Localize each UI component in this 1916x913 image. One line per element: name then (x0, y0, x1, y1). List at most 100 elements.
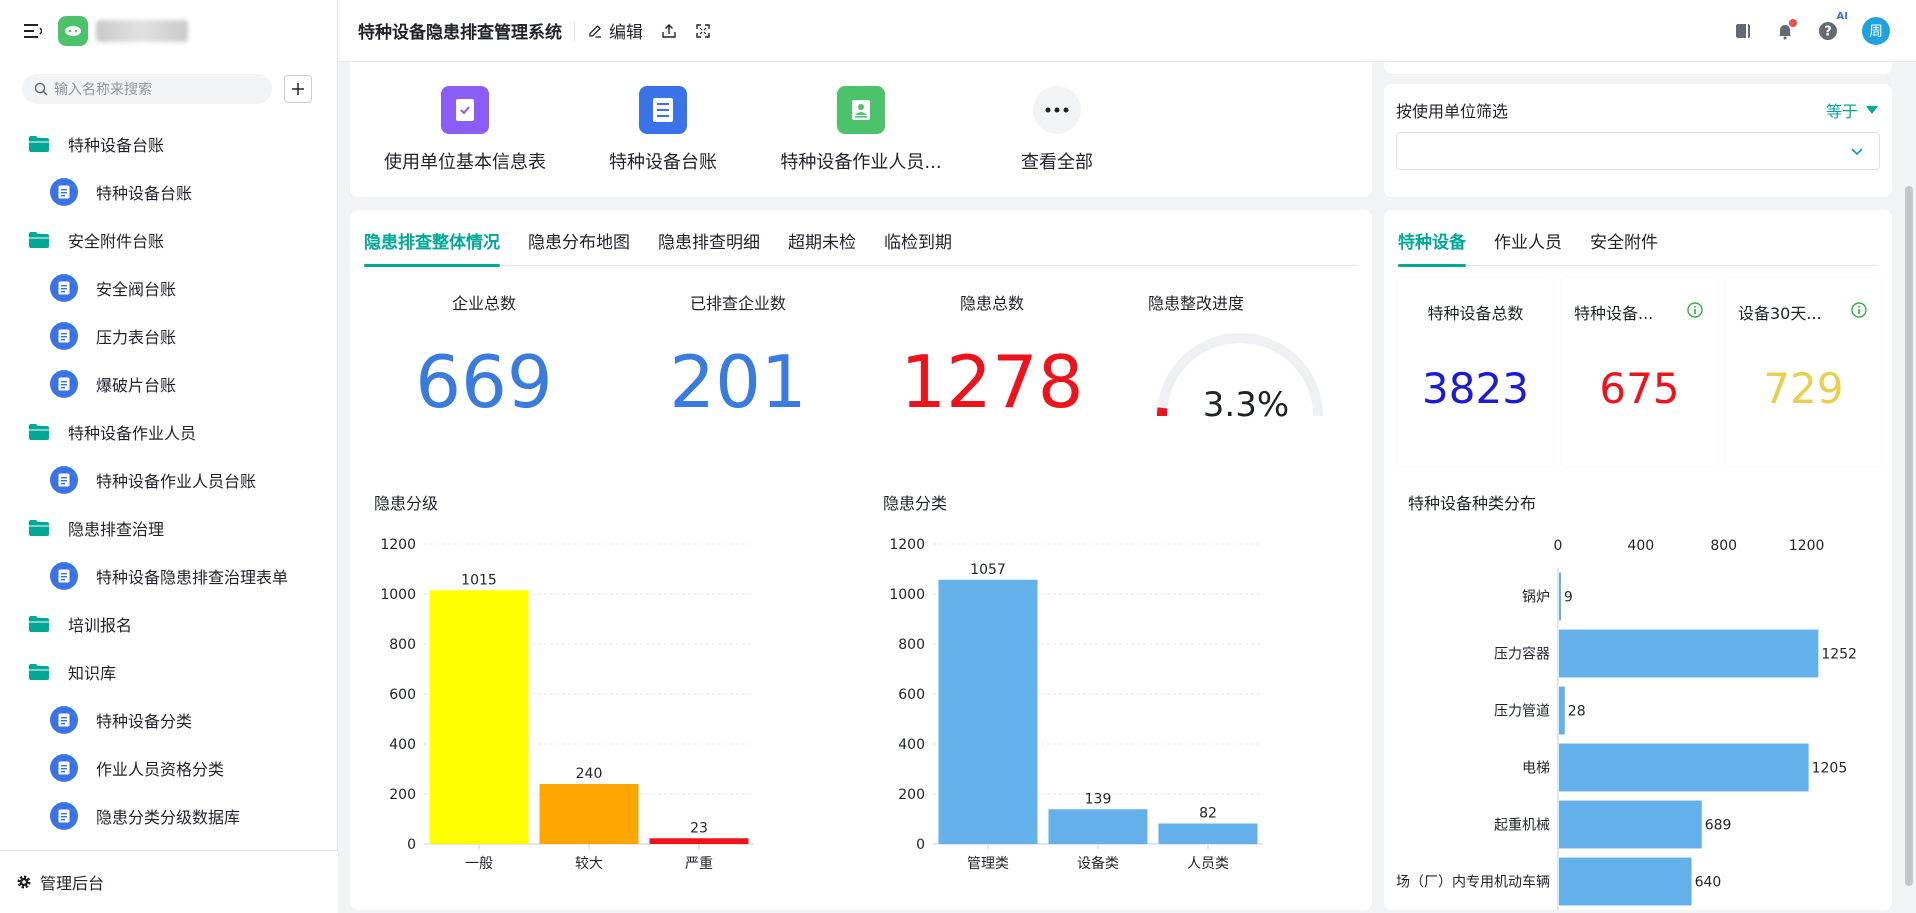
user-avatar[interactable]: 周 (1862, 17, 1890, 45)
sidebar-item[interactable]: 压力表台账 (0, 312, 337, 360)
bar[interactable] (1559, 800, 1702, 849)
x-tick-label: 400 (1627, 538, 1654, 554)
overview-tabs: 隐患排查整体情况 隐患分布地图 隐患排查明细 超期未检 临检到期 (364, 228, 1358, 267)
bar[interactable] (1559, 743, 1809, 792)
y-tick-label: 400 (389, 737, 416, 753)
sidebar-item-label: 隐患排查治理 (68, 520, 165, 539)
equipment-type-chart: 0 400 800 1200 9 锅炉 1252 压力容器 28 压力管道 1205 电梯 689 起重机… (1396, 538, 1857, 910)
y-tick-label: 1000 (380, 587, 416, 603)
edit-button[interactable]: 编辑 (587, 18, 643, 43)
sidebar-item-label: 安全附件台账 (68, 232, 165, 251)
sidebar-item[interactable]: 作业人员资格分类 (0, 744, 337, 792)
chart-title-category: 隐患分类 (883, 494, 948, 513)
bar[interactable] (539, 784, 639, 844)
right-tab-item[interactable]: 作业人员 (1494, 228, 1562, 266)
notification-button[interactable] (1776, 19, 1797, 40)
x-tick-label: 设备类 (1077, 855, 1119, 872)
sidebar-item-label: 特种设备分类 (96, 712, 193, 731)
bar[interactable] (1559, 857, 1692, 906)
bar[interactable] (1048, 809, 1148, 844)
x-tick-label: 0 (1554, 538, 1563, 554)
bar[interactable] (649, 838, 749, 844)
info-icon[interactable] (1687, 302, 1703, 322)
app-logo-icon[interactable] (58, 16, 88, 46)
y-tick-label: 1200 (889, 537, 925, 553)
kpi-block: 隐患总数 1278 (872, 290, 1112, 424)
bar[interactable] (429, 590, 529, 844)
filter-value-select[interactable] (1396, 132, 1880, 170)
sidebar-folder[interactable]: 隐患排查治理 (0, 504, 337, 552)
expand-icon (696, 23, 710, 38)
right-tab-item[interactable]: 安全附件 (1590, 228, 1658, 266)
gauge-value: 3.3% (1203, 385, 1289, 425)
kpi-block: 企业总数 669 (364, 290, 604, 424)
share-button[interactable] (661, 23, 677, 39)
bar[interactable] (1559, 629, 1819, 678)
scrollbar-thumb[interactable] (1905, 186, 1913, 886)
x-tick-label: 严重 (685, 856, 713, 872)
menu-toggle-icon[interactable] (22, 20, 44, 42)
sidebar-item[interactable]: 安全阀台账 (0, 264, 337, 312)
filter-operator-dropdown[interactable]: 等于 (1826, 98, 1878, 122)
folder-icon (28, 423, 50, 441)
sidebar-item[interactable]: 特种设备作业人员台账 (0, 456, 337, 504)
sidebar-folder[interactable]: 培训报名 (0, 600, 337, 648)
y-tick-label: 200 (389, 787, 416, 803)
fullscreen-button[interactable] (695, 23, 711, 39)
shortcut-item[interactable]: 特种设备作业人员... (766, 86, 956, 174)
sidebar-item-label: 特种设备台账 (68, 136, 165, 155)
hazard-category-chart: 0 200 400 600 800 1000 1200 1057 管理类 139 设备类 82 人员类 (889, 537, 1263, 872)
search-input[interactable]: 输入名称来搜索 (22, 74, 272, 104)
sidebar-item[interactable]: 特种设备分类 (0, 696, 337, 744)
gauge-chart: 3.3% (1157, 333, 1323, 425)
shortcut-item[interactable]: 查看全部 (962, 86, 1152, 174)
sidebar-item[interactable]: 特种设备台账 (0, 168, 337, 216)
sidebar-folder[interactable]: 特种设备台账 (0, 120, 337, 168)
tab-item[interactable]: 超期未检 (788, 228, 856, 266)
tab-item[interactable]: 临检到期 (884, 228, 952, 266)
sidebar-search-row: 输入名称来搜索 (0, 62, 337, 104)
sidebar-item[interactable]: 隐患分类分级数据库 (0, 792, 337, 840)
shortcut-label: 特种设备作业人员... (780, 152, 942, 173)
info-icon[interactable] (1851, 302, 1867, 322)
y-tick-label: 600 (389, 687, 416, 703)
document-icon (50, 706, 78, 734)
help-button[interactable]: ? AI (1818, 11, 1848, 41)
equipment-kpi: 设备30天... 729 (1726, 278, 1881, 466)
equipment-kpi: 特种设备... 675 (1562, 278, 1717, 466)
bar[interactable] (1559, 572, 1561, 621)
x-tick-label: 人员类 (1187, 856, 1229, 872)
sidebar-folder[interactable]: 知识库 (0, 648, 337, 696)
sidebar-item[interactable]: 爆破片台账 (0, 360, 337, 408)
sidebar-folder[interactable]: 特种设备作业人员 (0, 408, 337, 456)
kpi-label: 隐患总数 (959, 294, 1024, 313)
page-title: 特种设备隐患排查管理系统 (358, 23, 562, 43)
sidebar-folder[interactable]: 安全附件台账 (0, 216, 337, 264)
right-tab-item[interactable]: 特种设备 (1398, 228, 1466, 267)
bar-value-label: 1252 (1821, 647, 1857, 663)
page-scrollbar[interactable] (1902, 62, 1916, 913)
tab-item[interactable]: 隐患排查明细 (658, 228, 760, 266)
y-tick-label: 压力管道 (1494, 704, 1550, 720)
document-icon (50, 370, 78, 398)
y-tick-label: 600 (898, 687, 925, 703)
sidebar-item[interactable]: 特种设备隐患排查治理表单 (0, 552, 337, 600)
book-button[interactable] (1734, 22, 1752, 40)
filter-card: 按使用单位筛选 等于 (1384, 84, 1892, 197)
y-tick-label: 电梯 (1522, 761, 1550, 777)
bar[interactable] (938, 579, 1038, 844)
shortcut-item[interactable]: 使用单位基本信息表 (370, 86, 560, 174)
tab-item[interactable]: 隐患分布地图 (528, 228, 630, 266)
sidebar-item-label: 隐患分类分级数据库 (96, 808, 241, 827)
bar[interactable] (1559, 686, 1565, 735)
bar[interactable] (1158, 823, 1258, 845)
bar-value-label: 23 (690, 820, 708, 836)
shortcut-item[interactable]: 特种设备台账 (568, 86, 758, 174)
person-icon (837, 86, 885, 134)
admin-console-button[interactable]: 管理后台 (0, 850, 338, 913)
header-actions: ? AI 周 (1710, 0, 1890, 62)
y-tick-label: 1200 (380, 537, 416, 553)
help-icon: ? (1819, 22, 1837, 40)
add-button[interactable] (284, 75, 312, 103)
tab-item[interactable]: 隐患排查整体情况 (364, 228, 500, 267)
